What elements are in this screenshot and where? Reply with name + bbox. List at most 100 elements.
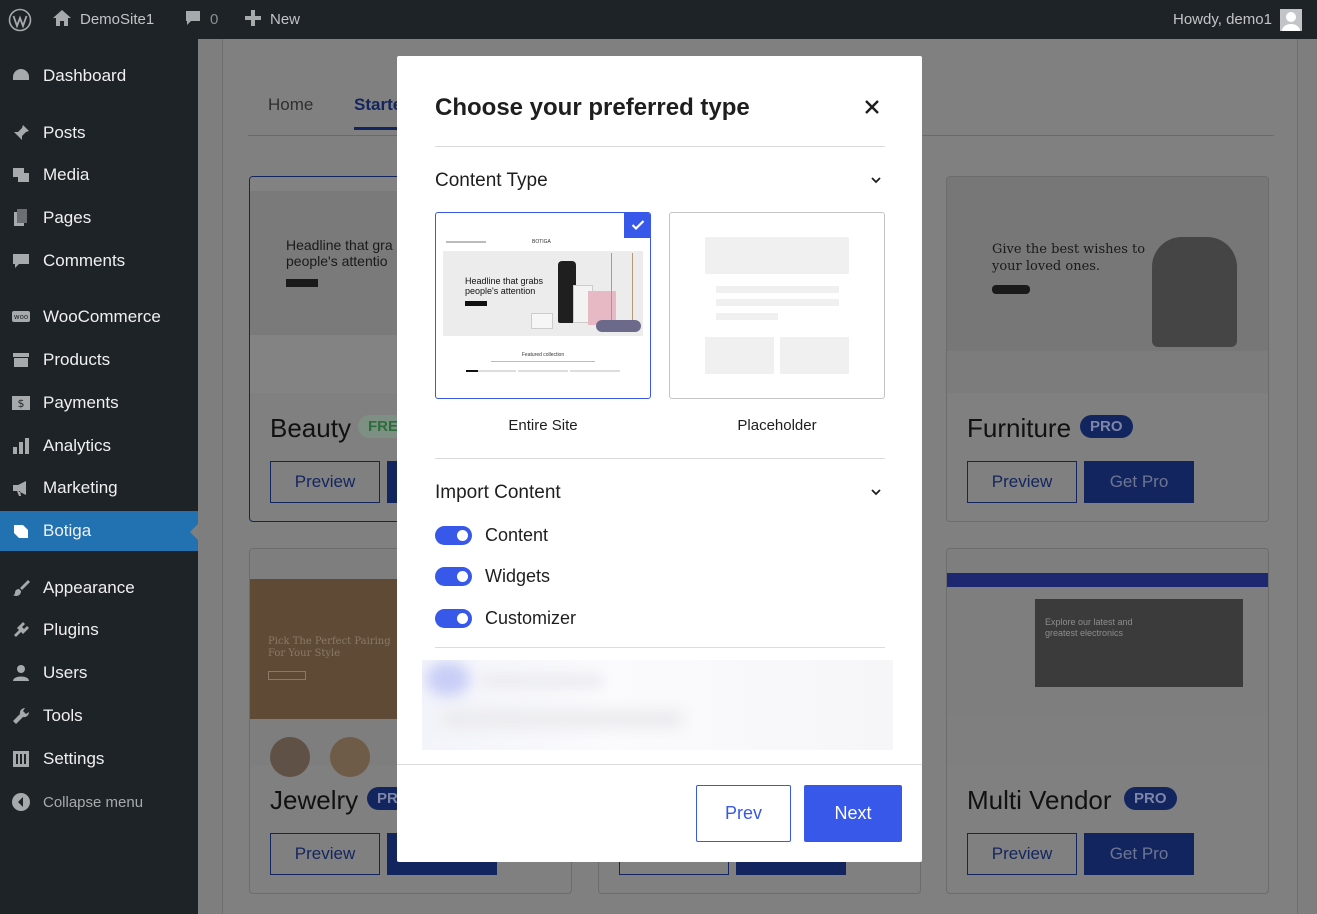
sidebar-item-users[interactable]: Users [0,653,198,693]
starter-card-multi-vendor[interactable]: Explore our latest and greatest electron… [946,548,1269,894]
botiga-icon [10,520,32,542]
megaphone-icon [10,477,32,499]
preview-button[interactable]: Preview [270,461,380,503]
placeholder-preview [670,213,884,398]
blurred-plugins-area [422,660,893,750]
sidebar-item-label: Media [43,165,90,184]
svg-text:woo: woo [14,313,28,321]
sidebar-item-label: Posts [43,123,86,142]
account-menu[interactable]: Howdy, demo1 [1173,0,1302,39]
thumb-headline: Give the best wishes to your loved ones. [992,242,1146,274]
card-name: Multi Vendor [967,785,1112,815]
thumb-logo: BOTIGA [532,239,551,245]
tab-home[interactable]: Home [268,95,313,115]
import-content-heading: Import Content [435,482,561,503]
divider [435,146,885,147]
thumb-caption: Featured collection [521,352,565,358]
collapse-arrow-icon [10,791,32,813]
pin-icon [10,122,32,144]
media-icon [10,164,32,186]
sidebar-item-comments[interactable]: Comments [0,241,198,281]
sidebar-item-plugins[interactable]: Plugins [0,610,198,650]
entire-site-preview: BOTIGA Headline that grabs people's atte… [436,213,650,398]
sidebar-item-posts[interactable]: Posts [0,113,198,153]
sidebar-item-products[interactable]: Products [0,340,198,380]
sidebar-item-botiga[interactable]: Botiga [0,511,199,551]
sidebar-item-label: Botiga [43,521,92,540]
divider [435,647,885,648]
close-icon[interactable] [861,96,883,118]
entire-site-label: Entire Site [508,417,578,434]
collapse-menu-button[interactable]: Collapse menu [0,782,198,822]
collapse-menu-label: Collapse menu [43,793,144,811]
sidebar-item-pages[interactable]: Pages [0,198,198,238]
content-type-heading: Content Type [435,170,548,191]
sidebar-item-appearance[interactable]: Appearance [0,568,198,608]
content-toggle[interactable] [435,525,472,545]
sidebar-item-label: Plugins [43,620,99,639]
preview-button[interactable]: Preview [967,461,1077,503]
card-thumbnail: Give the best wishes to your loved ones. [947,177,1268,393]
preview-button[interactable]: Preview [270,833,380,875]
armchair-image [1152,237,1237,347]
chevron-down-icon[interactable] [869,173,883,187]
brush-icon [10,577,32,599]
chevron-down-icon[interactable] [869,485,883,499]
footer-divider [397,764,922,765]
sidebar-item-analytics[interactable]: Analytics [0,426,198,466]
comment-icon [10,250,32,272]
sidebar-item-media[interactable]: Media [0,155,198,195]
sidebar-item-label: Tools [43,706,83,725]
card-name: Jewelry [270,785,359,815]
widgets-toggle[interactable] [435,566,472,586]
get-pro-button[interactable]: Get Pro [1084,833,1194,875]
sidebar-item-payments[interactable]: $ Payments [0,383,198,423]
pages-icon [10,207,32,229]
toggle-label: Customizer [485,607,577,628]
card-thumbnail: Explore our latest and greatest electron… [947,549,1268,765]
new-content-link[interactable]: New [244,0,300,39]
toggle-label: Widgets [485,565,551,586]
content-type-entire-site[interactable]: BOTIGA Headline that grabs people's atte… [435,212,651,399]
sidebar-item-label: Products [43,350,111,369]
sidebar-item-label: Dashboard [43,66,127,85]
admin-bar: DemoSite1 0 New Howdy, demo1 [0,0,1317,39]
sidebar-item-tools[interactable]: Tools [0,696,198,736]
sidebar-item-label: Settings [43,749,105,768]
modal-title: Choose your preferred type [435,94,750,121]
toggle-row-customizer: Customizer [435,607,576,629]
plus-icon [244,9,262,31]
choose-type-modal: Choose your preferred type Content Type … [397,56,922,862]
starter-card-furniture[interactable]: Give the best wishes to your loved ones.… [946,176,1269,522]
sidebar-item-dashboard[interactable]: Dashboard [0,56,198,96]
card-badge: PRO [1080,415,1133,438]
sidebar-item-woocommerce[interactable]: woo WooCommerce [0,297,198,337]
plugin-icon [10,619,32,641]
archive-icon [10,349,32,371]
site-name-link[interactable]: DemoSite1 [52,0,154,39]
home-icon [52,8,72,32]
settings-icon [10,748,32,770]
dashboard-icon [10,65,32,87]
content-type-placeholder[interactable] [669,212,885,399]
woo-icon: woo [10,306,32,328]
tab-starter-sites[interactable]: Starte [354,95,403,130]
howdy-text: Howdy, demo1 [1173,11,1272,28]
admin-sidebar: Dashboard Posts Media Pages Comments woo… [0,39,199,914]
prev-button[interactable]: Prev [696,785,791,842]
thumb-headline: Explore our latest and greatest electron… [1045,617,1133,638]
preview-button[interactable]: Preview [967,833,1077,875]
sidebar-item-settings[interactable]: Settings [0,739,198,779]
wrench-icon [10,705,32,727]
sidebar-item-label: WooCommerce [43,307,161,326]
next-button[interactable]: Next [804,785,902,842]
sidebar-item-label: Users [43,663,88,682]
wordpress-logo-icon[interactable] [8,0,32,39]
get-pro-button[interactable]: Get Pro [1084,461,1194,503]
sidebar-item-marketing[interactable]: Marketing [0,468,198,508]
customizer-toggle[interactable] [435,608,472,628]
svg-text:$: $ [18,397,25,410]
comments-link[interactable]: 0 [184,0,218,39]
check-icon [624,213,650,238]
chart-icon [10,435,32,457]
